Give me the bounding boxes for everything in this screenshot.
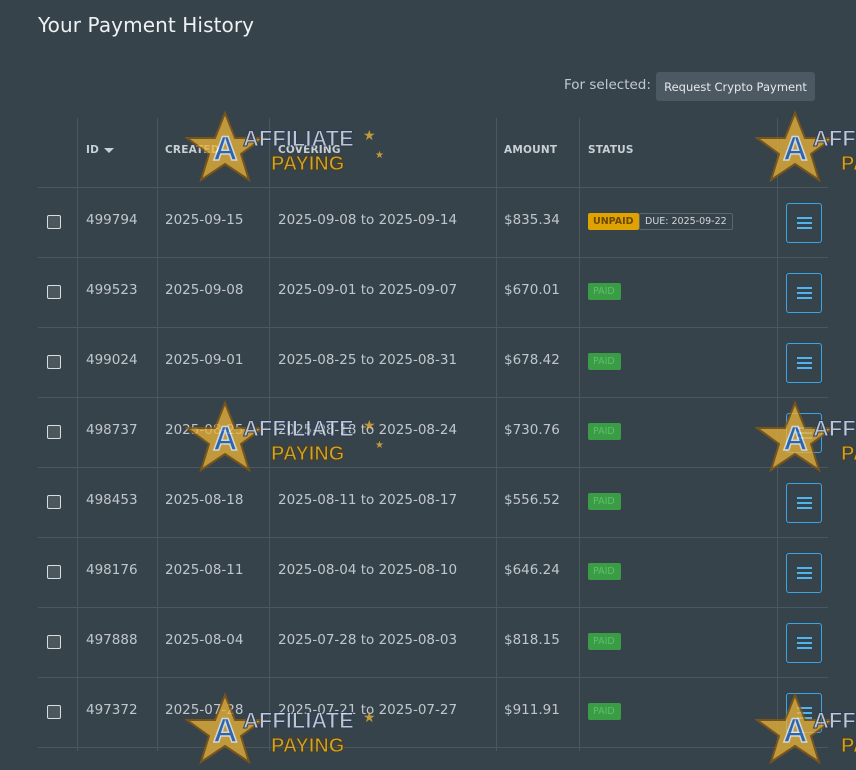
created-date: 2025-08-04 — [165, 632, 244, 648]
hamburger-menu-icon — [796, 497, 812, 509]
covering-range: 2025-08-18 to 2025-08-24 — [278, 422, 458, 438]
request-crypto-payment-button[interactable]: Request Crypto Payment — [656, 72, 815, 101]
page-title: Your Payment History — [38, 13, 255, 37]
row-select-checkbox[interactable] — [47, 215, 61, 229]
covering-range: 2025-08-04 to 2025-08-10 — [278, 562, 458, 578]
covering-range: 2025-07-28 to 2025-08-03 — [278, 632, 458, 648]
created-date: 2025-08-11 — [165, 562, 244, 578]
row-details-button[interactable] — [786, 693, 822, 733]
hamburger-menu-icon — [796, 637, 812, 649]
created-date: 2025-08-18 — [165, 492, 244, 508]
payment-amount: $556.52 — [504, 492, 560, 508]
created-date: 2025-09-15 — [165, 212, 244, 228]
payment-id: 497372 — [86, 702, 138, 718]
created-date: 2025-08-25 — [165, 422, 244, 438]
payment-id: 499024 — [86, 352, 138, 368]
payment-id: 499794 — [86, 212, 138, 228]
hamburger-menu-icon — [796, 357, 812, 369]
payment-amount: $835.34 — [504, 212, 560, 228]
hamburger-menu-icon — [796, 427, 812, 439]
payment-amount: $678.42 — [504, 352, 560, 368]
for-selected-label: For selected: — [564, 77, 651, 93]
row-details-button[interactable] — [786, 623, 822, 663]
table-row: 499794 2025-09-15 2025-09-08 to 2025-09-14… — [38, 188, 828, 258]
sort-descending-icon — [104, 147, 115, 153]
status-badge: UNPAID — [588, 213, 639, 230]
row-select-checkbox[interactable] — [47, 565, 61, 579]
status-badge: PAID — [588, 283, 621, 300]
payment-id: 498453 — [86, 492, 138, 508]
row-details-button[interactable] — [786, 413, 822, 453]
row-select-checkbox[interactable] — [47, 355, 61, 369]
payment-amount: $818.15 — [504, 632, 560, 648]
svg-text:PAYING: PAYING — [841, 735, 856, 757]
column-header-id[interactable]: ID — [86, 144, 115, 156]
status-badge: PAID — [588, 353, 621, 370]
covering-range: 2025-09-08 to 2025-09-14 — [278, 212, 458, 228]
payment-amount: $646.24 — [504, 562, 560, 578]
column-header-created[interactable]: CREATED — [165, 144, 220, 156]
payment-history-table: ID CREATED COVERING AMOUNT STATUS 499794… — [38, 118, 828, 751]
status-badge: PAID — [588, 633, 621, 650]
row-details-button[interactable] — [786, 203, 822, 243]
payment-id: 499523 — [86, 282, 138, 298]
table-row: 499024 2025-09-01 2025-08-25 to 2025-08-31… — [38, 328, 828, 398]
row-select-checkbox[interactable] — [47, 635, 61, 649]
covering-range: 2025-07-21 to 2025-07-27 — [278, 702, 458, 718]
payment-amount: $730.76 — [504, 422, 560, 438]
created-date: 2025-07-28 — [165, 702, 244, 718]
created-date: 2025-09-08 — [165, 282, 244, 298]
row-select-checkbox[interactable] — [47, 495, 61, 509]
covering-range: 2025-08-11 to 2025-08-17 — [278, 492, 458, 508]
status-badge: PAID — [588, 703, 621, 720]
table-row: 498737 2025-08-25 2025-08-18 to 2025-08-24… — [38, 398, 828, 468]
created-date: 2025-09-01 — [165, 352, 244, 368]
svg-text:PAYING: PAYING — [841, 153, 856, 175]
table-row: 499523 2025-09-08 2025-09-01 to 2025-09-07… — [38, 258, 828, 328]
covering-range: 2025-09-01 to 2025-09-07 — [278, 282, 458, 298]
status-badge: PAID — [588, 423, 621, 440]
covering-range: 2025-08-25 to 2025-08-31 — [278, 352, 458, 368]
row-select-checkbox[interactable] — [47, 285, 61, 299]
status-badge: PAID — [588, 493, 621, 510]
hamburger-menu-icon — [796, 707, 812, 719]
column-header-amount[interactable]: AMOUNT — [504, 144, 557, 156]
row-select-checkbox[interactable] — [47, 425, 61, 439]
column-header-status[interactable]: STATUS — [588, 144, 634, 156]
table-row: 498453 2025-08-18 2025-08-11 to 2025-08-17… — [38, 468, 828, 538]
table-row: 498176 2025-08-11 2025-08-04 to 2025-08-10… — [38, 538, 828, 608]
payment-amount: $911.91 — [504, 702, 560, 718]
row-details-button[interactable] — [786, 343, 822, 383]
table-row: 497372 2025-07-28 2025-07-21 to 2025-07-27… — [38, 678, 828, 748]
hamburger-menu-icon — [796, 567, 812, 579]
hamburger-menu-icon — [796, 217, 812, 229]
svg-text:PAYING: PAYING — [841, 443, 856, 465]
payment-id: 498176 — [86, 562, 138, 578]
payment-id: 498737 — [86, 422, 138, 438]
hamburger-menu-icon — [796, 287, 812, 299]
row-details-button[interactable] — [786, 273, 822, 313]
status-badge: PAID — [588, 563, 621, 580]
row-details-button[interactable] — [786, 483, 822, 523]
due-date-badge: DUE: 2025-09-22 — [639, 213, 733, 230]
column-header-covering[interactable]: COVERING — [278, 144, 341, 156]
table-row: 497888 2025-08-04 2025-07-28 to 2025-08-03… — [38, 608, 828, 678]
payment-id: 497888 — [86, 632, 138, 648]
row-details-button[interactable] — [786, 553, 822, 593]
row-select-checkbox[interactable] — [47, 705, 61, 719]
payment-amount: $670.01 — [504, 282, 560, 298]
